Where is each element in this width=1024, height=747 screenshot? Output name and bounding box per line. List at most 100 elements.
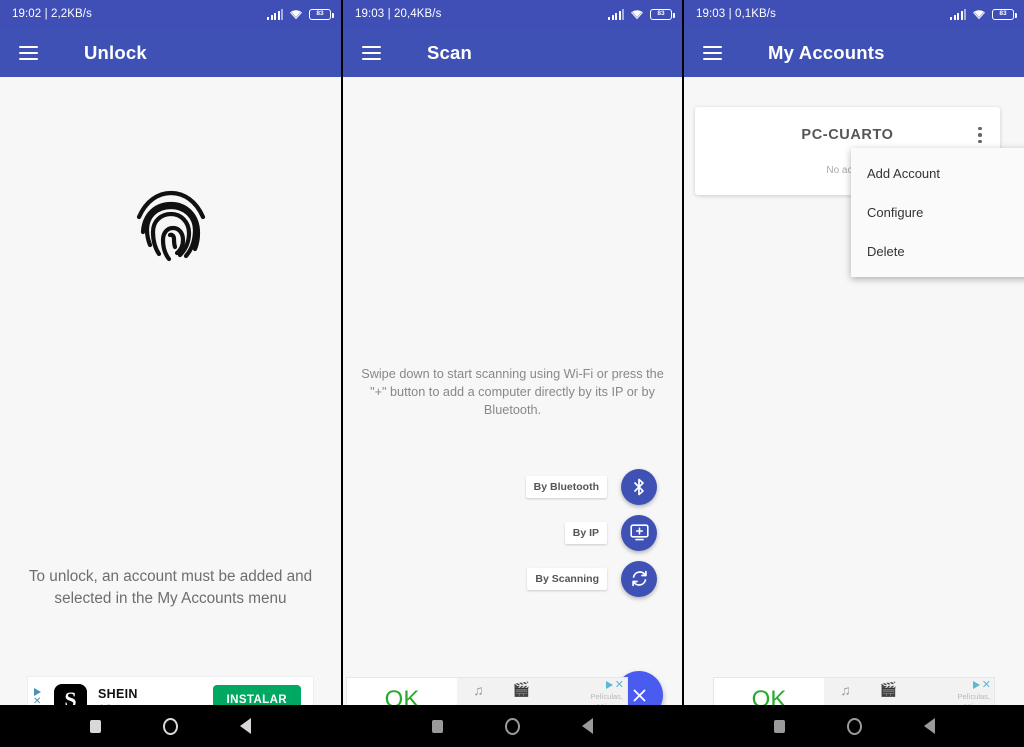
status-bar-my-accounts: 19:03 | 0,1KB/s 83 [684, 0, 1024, 28]
kebab-menu-icon[interactable] [971, 123, 989, 147]
status-network-speed: 20,4KB/s [393, 8, 442, 20]
fingerprint-icon[interactable] [0, 185, 341, 273]
app-bar-my-accounts: My Accounts [684, 28, 1024, 77]
ad-ok-description: Películas, Música, [957, 692, 990, 705]
bluetooth-icon [634, 478, 644, 495]
android-navigation-bars [0, 705, 1024, 747]
status-icons: 83 [608, 8, 675, 20]
status-time-speed: 19:02 | 2,2KB/s [12, 8, 92, 20]
recents-button-icon[interactable] [90, 719, 101, 733]
screen-body-scan: Swipe down to start scanning using Wi-Fi… [343, 77, 682, 705]
signal-bars-icon [267, 8, 283, 20]
menu-item-delete[interactable]: Delete [851, 232, 1024, 271]
status-network-speed: 2,2KB/s [50, 8, 92, 20]
close-icon [633, 689, 645, 701]
adchoices-icon[interactable]: ✕ [972, 680, 991, 691]
screen-body-unlock: To unlock, an account must be added and … [0, 77, 341, 705]
home-button-icon[interactable] [505, 717, 520, 735]
fab-speed-dial: By Bluetooth By IP By Scanning [525, 463, 657, 602]
ad-ok-line1: Películas, [590, 692, 623, 701]
battery-level: 83 [999, 9, 1007, 17]
ad-close-icon[interactable]: ✕ [615, 680, 624, 691]
navbar-panel-1 [0, 705, 341, 747]
fab-button-by-scanning[interactable] [621, 560, 657, 597]
adchoices-icon[interactable]: ✕ [605, 680, 624, 691]
account-overflow-menu: Add Account Configure Delete [851, 148, 1024, 277]
status-network-speed: 0,1KB/s [734, 8, 776, 20]
ad-banner-shein[interactable]: ✕ S SHEIN 4.6 ★ INSTALAR [28, 677, 313, 705]
hamburger-menu-icon[interactable] [703, 45, 722, 60]
back-button-icon[interactable] [582, 718, 593, 734]
battery-icon: 83 [309, 8, 334, 20]
panel-my-accounts: 19:03 | 0,1KB/s 83 My Accounts PC-CUARTO… [684, 0, 1024, 705]
navbar-panel-3 [684, 705, 1024, 747]
home-button-icon[interactable] [846, 717, 862, 735]
page-title: Unlock [84, 41, 147, 63]
unlock-instruction-text: To unlock, an account must be added and … [28, 568, 313, 607]
status-icons: 83 [950, 8, 1017, 20]
ad-app-name: SHEIN [98, 686, 138, 701]
ad-ok-logo: OK [383, 687, 422, 706]
monitor-plus-icon [629, 524, 649, 541]
app-bar-unlock: Unlock [0, 28, 341, 77]
wifi-icon [289, 9, 303, 20]
back-button-icon[interactable] [923, 718, 935, 734]
signal-bars-icon [950, 8, 966, 20]
wifi-icon [630, 9, 644, 20]
ad-ok-brand-area: OK [347, 678, 457, 705]
ad-close-icon[interactable]: ✕ [33, 697, 41, 706]
wifi-icon [972, 9, 986, 20]
battery-level: 83 [657, 9, 665, 17]
shein-logo-icon: S [54, 683, 87, 705]
back-button-icon[interactable] [240, 718, 251, 734]
ad-ok-logo: OK [750, 687, 789, 706]
ad-close-icon[interactable]: ✕ [982, 680, 991, 691]
status-time-speed: 19:03 | 20,4KB/s [355, 8, 442, 20]
menu-item-configure[interactable]: Configure [851, 193, 1024, 232]
fab-button-bluetooth[interactable] [621, 468, 657, 505]
ad-ok-description: Películas, Música, [590, 692, 623, 705]
fab-row-by-scanning: By Scanning [527, 555, 657, 602]
status-bar-unlock: 19:02 | 2,2KB/s 83 [0, 0, 341, 28]
status-time-speed: 19:03 | 0,1KB/s [696, 8, 776, 20]
battery-level: 83 [316, 9, 324, 17]
navbar-panel-2 [343, 705, 682, 747]
phone-screenshots-row: 19:02 | 2,2KB/s 83 Unlock To unlock, an … [0, 0, 1024, 705]
clapperboard-icon: 🎬 [512, 681, 531, 698]
clapperboard-icon: 🎬 [879, 681, 898, 698]
hamburger-menu-icon[interactable] [362, 45, 381, 60]
ad-banner-ok[interactable]: OK ♫ 🎬 🎧 🎮 ✕ Películas, Música, [714, 678, 994, 705]
ad-ok-icons: ♫ 🎬 🎧 🎮 [457, 678, 543, 705]
ad-ok-brand-area: OK [714, 678, 824, 705]
adchoices-icon[interactable]: ✕ [33, 688, 41, 705]
fab-label-bluetooth: By Bluetooth [525, 475, 607, 498]
ad-banner-ok[interactable]: OK ♫ 🎬 🎧 🎮 ✕ Películas, Música, [347, 678, 627, 705]
refresh-icon [631, 570, 647, 587]
panel-unlock: 19:02 | 2,2KB/s 83 Unlock To unlock, an … [0, 0, 341, 705]
ad-install-button[interactable]: INSTALAR [212, 685, 301, 705]
page-title: Scan [427, 41, 473, 63]
music-note-icon: ♫ [473, 681, 484, 698]
fab-button-by-ip[interactable] [621, 514, 657, 551]
music-note-icon: ♫ [840, 681, 851, 698]
account-name: PC-CUARTO [801, 127, 894, 143]
fab-label-by-scanning: By Scanning [527, 567, 607, 590]
status-time: 19:03 [355, 8, 385, 20]
status-time: 19:02 [12, 8, 42, 20]
ad-ok-text-area: ✕ Películas, Música, [910, 678, 994, 706]
signal-bars-icon [608, 8, 624, 20]
recents-button-icon[interactable] [773, 719, 785, 733]
panel-scan: 19:03 | 20,4KB/s 83 Scan Swipe down to s… [343, 0, 682, 705]
app-bar-scan: Scan [343, 28, 682, 77]
page-title: My Accounts [768, 41, 885, 63]
adchoices-triangle-icon [972, 681, 980, 689]
status-bar-scan: 19:03 | 20,4KB/s 83 [343, 0, 682, 28]
hamburger-menu-icon[interactable] [19, 45, 38, 60]
home-button-icon[interactable] [163, 717, 178, 735]
menu-item-add-account[interactable]: Add Account [851, 154, 1024, 193]
status-icons: 83 [267, 8, 334, 20]
fab-row-by-ip: By IP [564, 509, 657, 556]
ad-app-meta: SHEIN 4.6 ★ [98, 687, 138, 706]
recents-button-icon[interactable] [432, 719, 443, 733]
battery-icon: 83 [992, 8, 1017, 20]
